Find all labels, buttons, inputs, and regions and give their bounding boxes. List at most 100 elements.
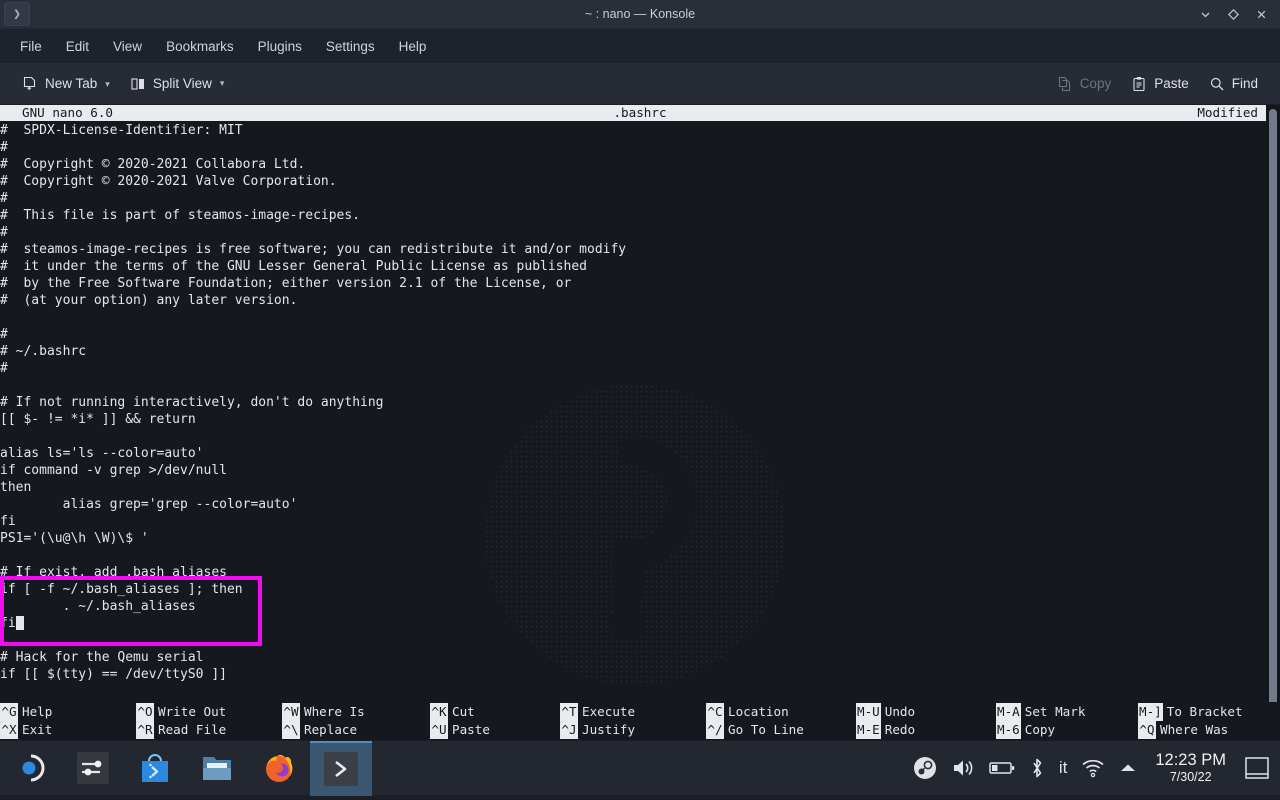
menu-settings[interactable]: Settings	[314, 35, 387, 58]
shortcut-item[interactable]: ^CLocation	[706, 703, 856, 721]
shortcut-key: M-U	[856, 703, 881, 721]
menu-help[interactable]: Help	[387, 35, 439, 58]
shortcut-item[interactable]: ^RRead File	[136, 721, 282, 739]
tray-expand-icon[interactable]	[1119, 762, 1137, 774]
shortcut-key: ^X	[0, 721, 18, 739]
shortcut-item[interactable]: ^KCut	[430, 703, 560, 721]
window-title: ~ : nano — Konsole	[0, 7, 1280, 21]
chevron-down-icon[interactable]: ▾	[220, 78, 225, 89]
clock[interactable]: 12:23 PM 7/30/22	[1155, 751, 1226, 784]
shortcut-item[interactable]: ^\Replace	[282, 721, 430, 739]
shortcut-label: Execute	[582, 703, 635, 721]
editor-line: then	[0, 479, 1280, 496]
editor-line: if [ -f ~/.bash_aliases ]; then	[0, 581, 1280, 598]
task-settings[interactable]	[62, 741, 124, 796]
menu-edit[interactable]: Edit	[54, 35, 101, 58]
shortcut-item[interactable]: ^QWhere Was	[1138, 721, 1278, 739]
shortcut-item[interactable]: ^XExit	[0, 721, 136, 739]
shortcut-key: ^G	[0, 703, 18, 721]
shortcut-label: Write Out	[158, 703, 226, 721]
task-firefox[interactable]	[248, 741, 310, 796]
editor-line: # Copyright © 2020-2021 Collabora Ltd.	[0, 156, 1280, 173]
split-view-button[interactable]: Split View ▾	[122, 71, 233, 97]
task-konsole[interactable]	[310, 741, 372, 796]
window-titlebar[interactable]: ❯ ~ : nano — Konsole	[0, 0, 1280, 29]
volume-icon[interactable]	[951, 757, 975, 779]
shortcut-item[interactable]: ^OWrite Out	[136, 703, 282, 721]
chevron-down-icon[interactable]: ▾	[105, 79, 110, 90]
menu-bookmarks[interactable]: Bookmarks	[154, 35, 246, 58]
shortcut-key: ^K	[430, 703, 448, 721]
shortcut-column: M-ASet MarkM-6Copy	[996, 702, 1138, 740]
nano-shortcut-bar: ^GHelp^XExit^OWrite Out^RRead File^WWher…	[0, 702, 1280, 740]
shortcut-item[interactable]: ^/Go To Line	[706, 721, 856, 739]
find-button[interactable]: Find	[1201, 71, 1266, 97]
file-manager-icon	[201, 753, 233, 783]
shortcut-item[interactable]: M-UUndo	[856, 703, 996, 721]
task-discover-store[interactable]	[124, 741, 186, 796]
editor-line: if [[ $(tty) == /dev/ttyS0 ]]	[0, 666, 1280, 683]
new-tab-icon	[22, 76, 38, 92]
menu-view[interactable]: View	[101, 35, 154, 58]
shortcut-item[interactable]: ^JJustify	[560, 721, 706, 739]
menu-plugins[interactable]: Plugins	[246, 35, 314, 58]
editor-line: alias ls='ls --color=auto'	[0, 445, 1280, 462]
konsole-icon	[324, 752, 358, 786]
keyboard-layout-icon[interactable]: it	[1059, 758, 1068, 778]
shortcut-key: ^U	[430, 721, 448, 739]
new-tab-button[interactable]: New Tab ▾	[14, 71, 118, 97]
shortcut-column: ^TExecute^JJustify	[560, 702, 706, 740]
shortcut-item[interactable]: ^UPaste	[430, 721, 560, 739]
minimize-button[interactable]	[1192, 2, 1218, 26]
editor-line: #	[0, 360, 1280, 377]
shortcut-item[interactable]: ^GHelp	[0, 703, 136, 721]
menu-file[interactable]: File	[8, 35, 54, 58]
scrollbar-thumb[interactable]	[1269, 109, 1277, 715]
shortcut-label: Go To Line	[728, 721, 804, 739]
maximize-button[interactable]	[1220, 2, 1246, 26]
konsole-app-icon: ❯	[4, 2, 30, 26]
copy-icon	[1057, 76, 1073, 92]
shortcut-label: To Bracket	[1167, 703, 1243, 721]
editor-line: # ~/.bashrc	[0, 343, 1280, 360]
battery-icon[interactable]	[989, 760, 1015, 776]
shortcut-key: M-A	[996, 703, 1021, 721]
bluetooth-icon[interactable]	[1029, 757, 1045, 779]
shortcut-key: ^Q	[1138, 721, 1156, 739]
editor-line	[0, 632, 1280, 649]
close-button[interactable]	[1248, 2, 1274, 26]
task-kde-launcher[interactable]	[0, 741, 62, 796]
editor-line: # This file is part of steamos-image-rec…	[0, 207, 1280, 224]
steam-icon[interactable]	[913, 756, 937, 780]
show-desktop-icon[interactable]	[1244, 755, 1270, 781]
vertical-scrollbar[interactable]	[1266, 105, 1280, 740]
shortcut-item[interactable]: ^TExecute	[560, 703, 706, 721]
clock-date: 7/30/22	[1155, 770, 1226, 784]
shortcut-label: Redo	[885, 721, 915, 739]
shortcut-column: ^WWhere Is^\Replace	[282, 702, 430, 740]
nano-title-bar: GNU nano 6.0 .bashrc Modified	[0, 105, 1280, 121]
nano-filename: .bashrc	[0, 105, 1280, 121]
editor-line	[0, 428, 1280, 445]
shortcut-key: ^W	[282, 703, 300, 721]
shortcut-label: Undo	[885, 703, 915, 721]
shortcut-label: Replace	[304, 721, 357, 739]
shortcut-column: ^CLocation^/Go To Line	[706, 702, 856, 740]
terminal-area[interactable]: GNU nano 6.0 .bashrc Modified # SPDX-Lic…	[0, 105, 1280, 740]
shortcut-item[interactable]: M-ASet Mark	[996, 703, 1138, 721]
editor-line	[0, 309, 1280, 326]
shortcut-column: ^GHelp^XExit	[0, 702, 136, 740]
shortcut-item[interactable]: ^WWhere Is	[282, 703, 430, 721]
shortcut-item[interactable]: M-ERedo	[856, 721, 996, 739]
menubar: File Edit View Bookmarks Plugins Setting…	[0, 29, 1280, 63]
paste-button[interactable]: Paste	[1123, 71, 1197, 97]
wifi-icon[interactable]	[1081, 758, 1105, 778]
shortcut-item[interactable]: M-6Copy	[996, 721, 1138, 739]
task-file-manager[interactable]	[186, 741, 248, 796]
copy-button[interactable]: Copy	[1049, 71, 1120, 97]
shortcut-item[interactable]: M-]To Bracket	[1138, 703, 1278, 721]
toolbar: New Tab ▾ Split View ▾ Copy	[0, 63, 1280, 105]
editor-line: # by the Free Software Foundation; eithe…	[0, 275, 1280, 292]
editor-content[interactable]: # SPDX-License-Identifier: MIT## Copyrig…	[0, 121, 1280, 683]
editor-line	[0, 377, 1280, 394]
